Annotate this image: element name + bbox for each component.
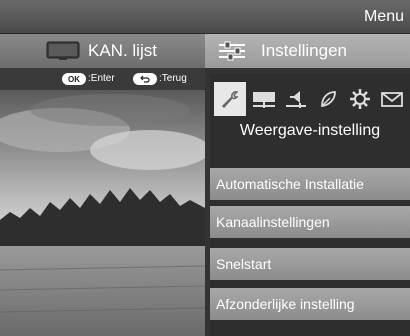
tab-label: Instellingen <box>261 41 348 60</box>
leaf-icon[interactable] <box>312 82 344 116</box>
menu-item-channel-settings[interactable]: Kanaalinstellingen <box>210 206 410 238</box>
gear-icon[interactable] <box>344 82 376 116</box>
tab-channel-list[interactable]: KAN. lijst <box>0 34 205 68</box>
back-key-icon <box>133 73 157 85</box>
tab-label: KAN. lijst <box>88 41 157 60</box>
menu-item-individual-setting[interactable]: Afzonderlijke instelling <box>210 288 410 320</box>
tab-settings[interactable]: Instellingen <box>205 34 410 68</box>
mail-icon[interactable] <box>376 82 408 116</box>
tv-preview-image <box>0 90 205 336</box>
menu-header: Menu <box>0 0 410 34</box>
speaker-icon[interactable] <box>280 82 312 116</box>
sliders-icon <box>219 41 245 61</box>
hint-enter: :Enter <box>88 73 115 84</box>
key-hint-bar: OK :Enter :Terug <box>0 68 205 90</box>
tv-icon <box>46 41 80 60</box>
display-icon[interactable] <box>248 82 280 116</box>
menu-title: Menu <box>363 8 404 25</box>
menu-item-auto-install[interactable]: Automatische Installatie <box>210 168 410 200</box>
tv-menu-screen: Menu KAN. lijst Instellingen OK:Enter:… <box>0 0 410 336</box>
hint-back: :Terug <box>159 73 187 84</box>
ok-key-icon: OK <box>62 73 86 85</box>
menu-item-quick-start[interactable]: Snelstart <box>210 248 410 280</box>
category-title: Weergave-instelling <box>239 122 381 139</box>
settings-category-row <box>210 82 410 116</box>
wrench-icon[interactable] <box>214 82 246 116</box>
tab-bar: KAN. lijst Instellingen <box>0 34 410 68</box>
